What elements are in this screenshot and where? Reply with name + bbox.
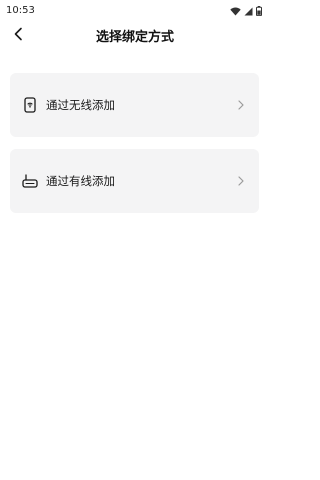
option-wired[interactable]: 通过有线添加 <box>10 149 259 213</box>
option-wireless-label: 通过无线添加 <box>46 98 115 112</box>
back-button[interactable] <box>8 24 28 46</box>
option-wired-label: 通过有线添加 <box>46 174 115 188</box>
status-bar: 10:53 <box>0 0 270 20</box>
chevron-right-icon <box>237 175 245 187</box>
wireless-device-icon <box>22 97 38 113</box>
wired-router-icon <box>22 173 38 189</box>
signal-icon <box>244 1 253 20</box>
status-icons <box>230 1 262 20</box>
nav-bar: 选择绑定方式 <box>0 20 270 50</box>
status-time: 10:53 <box>6 4 35 16</box>
wifi-icon <box>230 1 241 20</box>
page-title: 选择绑定方式 <box>95 29 174 45</box>
battery-icon <box>256 1 262 20</box>
chevron-right-icon <box>237 99 245 111</box>
option-wireless[interactable]: 通过无线添加 <box>10 73 259 137</box>
chevron-left-icon <box>13 26 23 45</box>
